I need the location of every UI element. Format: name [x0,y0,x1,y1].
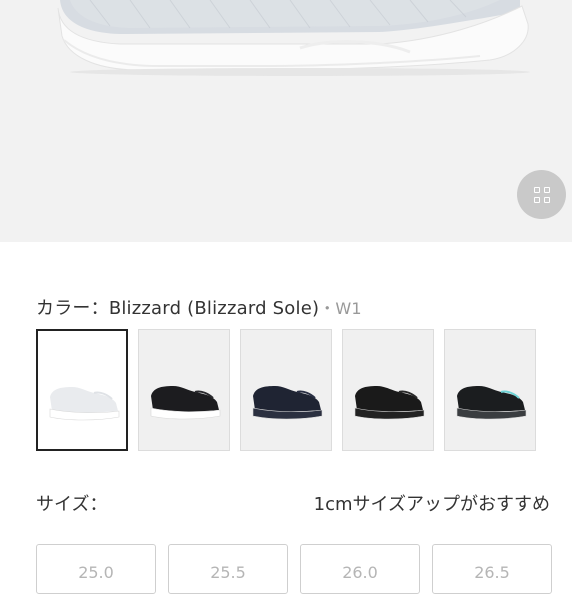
size-recommendation: 1cmサイズアップがおすすめ [313,494,550,515]
shoe-thumbnail [354,386,425,420]
size-label: サイズ： [36,494,108,515]
size-option-label: 26.0 [342,563,378,582]
sneaker-illustration [57,0,530,76]
gallery-view-button[interactable] [517,170,566,219]
selected-color-name: Blizzard (Blizzard Sole) [108,298,320,319]
size-option-label: 25.5 [210,563,246,582]
shoe-thumbnail [49,387,120,421]
color-swatch-5[interactable] [444,329,536,451]
size-option-label: 26.5 [474,563,510,582]
shoe-thumbnail [252,386,323,420]
size-option-4[interactable]: 26.5 [432,544,552,594]
color-swatch-4[interactable] [342,329,434,451]
color-swatch-3[interactable] [240,329,332,451]
product-hero-image [0,0,572,242]
size-option-2[interactable]: 25.5 [168,544,288,594]
color-swatch-1[interactable] [36,329,128,451]
color-selection-heading: カラー：Blizzard (Blizzard Sole)・W1 [36,294,362,320]
grid-icon [533,186,550,203]
color-swatch-2[interactable] [138,329,230,451]
size-option-3[interactable]: 26.0 [300,544,420,594]
color-code: ・W1 [319,299,362,318]
size-option-label: 25.0 [78,563,114,582]
shoe-thumbnail [150,386,221,420]
shoe-thumbnail [456,386,527,420]
size-option-1[interactable]: 25.0 [36,544,156,594]
color-label: カラー： [36,298,109,319]
